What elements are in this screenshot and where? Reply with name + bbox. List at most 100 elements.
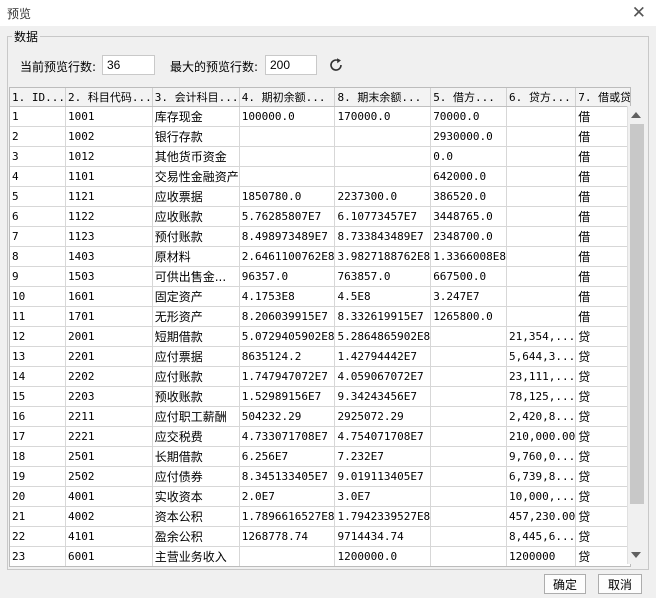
table-row[interactable]: 2 1002 银行存款 2930000.0 借 (10, 126, 630, 147)
table-cell: 3.0E7 (334, 486, 432, 507)
table-cell: 5.2864865902E8 (334, 326, 432, 347)
table-cell: 3.247E7 (430, 286, 508, 307)
table-cell: 2,420,8... (506, 406, 577, 427)
table-cell: 16 (10, 406, 66, 427)
column-header[interactable]: 8. 期末余额... (334, 88, 432, 107)
table-cell: 应付职工薪酬 (152, 406, 240, 427)
table-row[interactable]: 16 2211 应付职工薪酬 504232.29 2925072.29 2,420,8..… (10, 406, 630, 427)
table-cell: 6.256E7 (239, 446, 336, 467)
table-row[interactable]: 19 2502 应付债券 8.345133405E7 9.019113405E7 6,73… (10, 466, 630, 487)
table-cell: 2211 (65, 406, 153, 427)
table-cell: 银行存款 (152, 126, 240, 147)
table-cell: 10,000,... (506, 486, 577, 507)
table-cell: 1012 (65, 146, 153, 167)
table-cell: 17 (10, 426, 66, 447)
column-header[interactable]: 3. 会计科目... (152, 88, 240, 107)
table-cell (506, 266, 577, 287)
table-cell: 2348700.0 (430, 226, 508, 247)
table-cell: 借 (575, 286, 630, 307)
table-cell: 预收账款 (152, 386, 240, 407)
title-bar: 预览 ✕ (0, 0, 656, 26)
table-cell: 借 (575, 146, 630, 167)
column-header[interactable]: 7. 借或贷... (575, 88, 630, 107)
table-row[interactable]: 21 4002 资本公积 1.7896616527E8 1.7942339527E8 45… (10, 506, 630, 527)
table-cell: 预付账款 (152, 226, 240, 247)
table-cell: 资本公积 (152, 506, 240, 527)
table-cell: 3448765.0 (430, 206, 508, 227)
table-cell: 贷 (575, 486, 630, 507)
ok-button[interactable]: 确定 (544, 574, 586, 594)
max-rows-input[interactable] (265, 55, 317, 75)
table-row[interactable]: 23 6001 主营业务收入 1200000.0 1200000 贷 (10, 546, 630, 566)
table-cell: 21,354,... (506, 326, 577, 347)
table-cell: 贷 (575, 426, 630, 447)
table-cell (239, 146, 336, 167)
scroll-up-icon[interactable] (631, 112, 641, 118)
table-cell (239, 126, 336, 147)
table-cell: 457,230.00 (506, 506, 577, 527)
preview-table: 1. ID... 2. 科目代码... 3. 会计科目... 4. 期初余额... 8.… (10, 88, 630, 566)
table-cell: 1101 (65, 166, 153, 187)
table-cell: 贷 (575, 446, 630, 467)
table-cell: 5.76285807E7 (239, 206, 336, 227)
table-row[interactable]: 7 1123 预付账款 8.498973489E7 8.733843489E7 23487… (10, 226, 630, 247)
current-rows-input[interactable] (102, 55, 155, 75)
table-row[interactable]: 17 2221 应交税费 4.733071708E7 4.754071708E7 210,… (10, 426, 630, 447)
table-row[interactable]: 14 2202 应付账款 1.747947072E7 4.059067072E7 23,1… (10, 366, 630, 387)
table-cell: 4002 (65, 506, 153, 527)
table-row[interactable]: 4 1101 交易性金融资产 642000.0 借 (10, 166, 630, 187)
table-cell: 实收资本 (152, 486, 240, 507)
column-header[interactable]: 6. 贷方... (506, 88, 577, 107)
table-row[interactable]: 5 1121 应收票据 1850780.0 2237300.0 386520.0 借 (10, 186, 630, 207)
table-cell: 贷 (575, 366, 630, 387)
table-cell: 1503 (65, 266, 153, 287)
table-cell (506, 206, 577, 227)
table-cell (506, 306, 577, 327)
table-row[interactable]: 9 1503 可供出售金... 96357.0 763857.0 667500.0 借 (10, 266, 630, 287)
table-cell: 96357.0 (239, 266, 336, 287)
table-cell: 可供出售金... (152, 266, 240, 287)
table-row[interactable]: 11 1701 无形资产 8.206039915E7 8.332619915E7 1265… (10, 306, 630, 327)
table-row[interactable]: 20 4001 实收资本 2.0E7 3.0E7 10,000,... 贷 (10, 486, 630, 507)
table-cell: 1.52989156E7 (239, 386, 336, 407)
table-cell: 763857.0 (334, 266, 432, 287)
table-cell: 5.0729405902E8 (239, 326, 336, 347)
table-cell: 贷 (575, 506, 630, 527)
table-row[interactable]: 1 1001 库存现金 100000.0 170000.0 70000.0 借 (10, 106, 630, 127)
column-header[interactable]: 1. ID... (10, 88, 66, 107)
table-row[interactable]: 12 2001 短期借款 5.0729405902E8 5.2864865902E8 21… (10, 326, 630, 347)
table-cell: 22 (10, 526, 66, 547)
table-row[interactable]: 6 1122 应收账款 5.76285807E7 6.10773457E7 3448765… (10, 206, 630, 227)
table-row[interactable]: 22 4101 盈余公积 1268778.74 9714434.74 8,445,6...… (10, 526, 630, 547)
table-cell (506, 126, 577, 147)
table-cell: 4.733071708E7 (239, 426, 336, 447)
column-header[interactable]: 2. 科目代码... (65, 88, 153, 107)
cancel-button[interactable]: 取消 (598, 574, 642, 594)
table-row[interactable]: 8 1403 原材料 2.6461100762E8 3.9827188762E8 1.33… (10, 246, 630, 267)
table-row[interactable]: 3 1012 其他货币资金 0.0 借 (10, 146, 630, 167)
vertical-scrollbar[interactable] (627, 106, 646, 564)
table-row[interactable]: 15 2203 预收账款 1.52989156E7 9.34243456E7 78,125… (10, 386, 630, 407)
table-cell (430, 366, 508, 387)
table-row[interactable]: 10 1601 固定资产 4.1753E8 4.5E8 3.247E7 借 (10, 286, 630, 307)
scroll-down-icon[interactable] (631, 552, 641, 558)
table-cell: 2203 (65, 386, 153, 407)
table-cell: 18 (10, 446, 66, 467)
table-cell (506, 146, 577, 167)
table-cell: 5 (10, 186, 66, 207)
table-cell: 1.7942339527E8 (334, 506, 432, 527)
scroll-thumb[interactable] (630, 124, 644, 504)
table-row[interactable]: 13 2201 应付票据 8635124.2 1.42794442E7 5,644,3..… (10, 346, 630, 367)
table-header-row: 1. ID... 2. 科目代码... 3. 会计科目... 4. 期初余额... 8.… (10, 88, 630, 107)
column-header[interactable]: 5. 借方... (430, 88, 508, 107)
table-cell: 13 (10, 346, 66, 367)
refresh-icon[interactable] (327, 56, 345, 74)
table-cell: 原材料 (152, 246, 240, 267)
table-row[interactable]: 18 2501 长期借款 6.256E7 7.232E7 9,760,0... 贷 (10, 446, 630, 467)
table-cell (506, 286, 577, 307)
column-header[interactable]: 4. 期初余额... (239, 88, 336, 107)
close-icon[interactable]: ✕ (632, 3, 646, 23)
table-cell: 70000.0 (430, 106, 508, 127)
table-cell (430, 486, 508, 507)
table-cell: 4101 (65, 526, 153, 547)
